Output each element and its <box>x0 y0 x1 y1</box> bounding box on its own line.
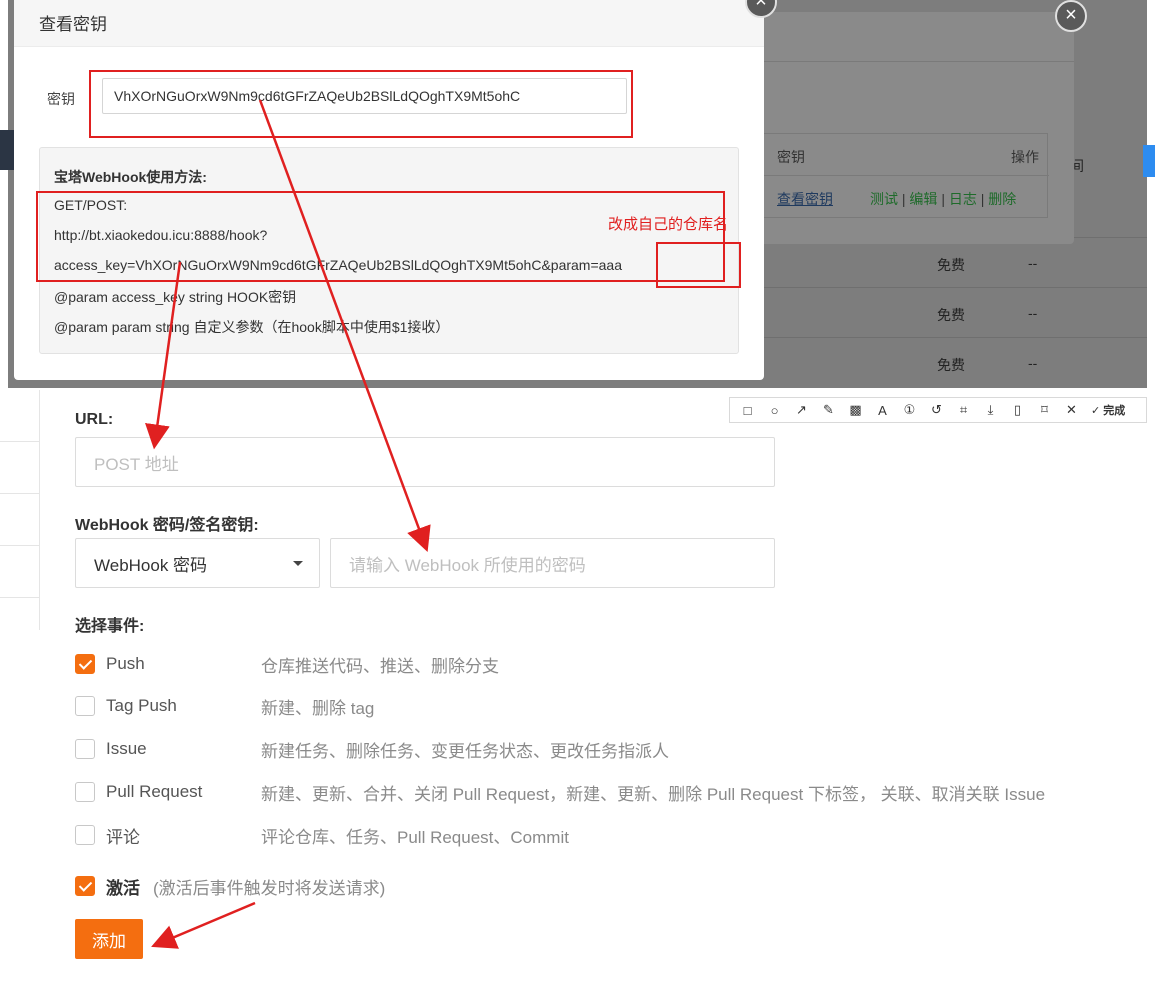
activate-note: (激活后事件触发时将发送请求) <box>153 878 386 898</box>
secret-input[interactable]: 请输入 WebHook 所使用的密码 <box>330 538 775 588</box>
crop-icon[interactable]: ⌗ <box>950 402 977 418</box>
view-key-modal: 查看密钥 密钥 VhXOrNGuOrxW9Nm9cd6tGFrZAQeUb2BS… <box>14 0 764 380</box>
background-table: 免费 -- 免费 -- 免费 -- <box>764 237 1147 387</box>
column-ops: 操作 <box>1011 149 1039 165</box>
event-row-tag-push[interactable]: Tag Push 新建、删除 tag <box>75 694 1135 718</box>
activate-checkbox[interactable] <box>75 876 95 896</box>
event-name: 评论 <box>106 827 140 847</box>
secret-type-value: WebHook 密码 <box>94 555 208 575</box>
event-name: Pull Request <box>106 782 203 801</box>
event-name: Issue <box>106 739 147 758</box>
bookmark-icon[interactable]: ⌑ <box>1031 402 1058 418</box>
help-line: http://bt.xiaokedou.icu:8888/hook? <box>54 227 268 243</box>
event-desc: 仓库推送代码、推送、删除分支 <box>261 656 499 676</box>
pen-icon[interactable]: ✎ <box>815 402 842 418</box>
secret-type-select[interactable]: WebHook 密码 <box>75 538 320 588</box>
background-nav-fragment <box>0 130 14 170</box>
chevron-down-icon <box>293 561 303 566</box>
modal-title: 查看密钥 <box>14 0 764 47</box>
download-icon[interactable]: ⤓ <box>977 402 1004 418</box>
event-desc: 新建、更新、合并、关闭 Pull Request，新建、更新、删除 Pull R… <box>261 784 1046 804</box>
table-header: 密钥 操作 <box>763 134 1049 176</box>
number-icon[interactable]: ① <box>896 402 923 418</box>
annotation-toolbar: □ ○ ↗ ✎ ▩ A ① ↺ ⌗ ⤓ ▯ ⌑ ✕ ✓ 完成 <box>729 397 1147 423</box>
table-row: 免费 -- <box>764 287 1147 337</box>
webhook-table: 密钥 操作 查看密钥 测试 | 编辑 | 日志 | 删除 <box>762 133 1049 218</box>
arrow-icon[interactable]: ↗ <box>788 402 815 418</box>
comment-checkbox[interactable] <box>75 825 95 845</box>
event-name: Tag Push <box>106 696 177 715</box>
sidebar-row[interactable] <box>0 442 39 494</box>
value-cell: -- <box>1028 355 1038 371</box>
usage-help-box: 宝塔WebHook使用方法: GET/POST: http://bt.xiaok… <box>39 147 739 354</box>
sidebar-row[interactable] <box>0 494 39 546</box>
table-row: 免费 -- <box>764 337 1147 387</box>
url-placeholder: POST 地址 <box>94 454 179 474</box>
price-cell: 免费 <box>937 307 965 323</box>
secret-label: WebHook 密码/签名密钥: <box>75 517 259 534</box>
delete-link[interactable]: 删除 <box>988 191 1016 207</box>
close-icon[interactable]: × <box>1055 0 1087 32</box>
background-button-fragment <box>1143 145 1155 177</box>
pull-request-checkbox[interactable] <box>75 782 95 802</box>
help-line: access_key=VhXOrNGuOrxW9Nm9cd6tGFrZAQeUb… <box>54 257 623 273</box>
price-cell: 免费 <box>937 257 965 273</box>
ellipse-icon[interactable]: ○ <box>761 403 788 418</box>
issue-checkbox[interactable] <box>75 739 95 759</box>
event-row-issue[interactable]: Issue 新建任务、删除任务、变更任务状态、更改任务指派人 <box>75 737 1135 761</box>
edit-link[interactable]: 编辑 <box>909 191 937 207</box>
undo-icon[interactable]: ↺ <box>923 402 950 418</box>
help-line: @param access_key string HOOK密钥 <box>54 289 297 305</box>
event-desc: 新建、删除 tag <box>261 698 375 718</box>
left-sidebar <box>0 390 40 630</box>
help-line: @param param string 自定义参数（在hook脚本中使用$1接收… <box>54 319 450 335</box>
help-line: GET/POST: <box>54 197 128 213</box>
sidebar-row[interactable] <box>0 546 39 598</box>
url-input[interactable]: POST 地址 <box>75 437 775 487</box>
key-field[interactable]: VhXOrNGuOrxW9Nm9cd6tGFrZAQeUb2BSlLdQOghT… <box>102 78 627 114</box>
row-actions: 测试 | 编辑 | 日志 | 删除 <box>870 191 1017 207</box>
text-icon[interactable]: A <box>869 403 896 418</box>
webhook-list-modal: 密钥 操作 查看密钥 测试 | 编辑 | 日志 | 删除 <box>760 12 1074 244</box>
event-name: Push <box>106 654 145 673</box>
event-desc: 评论仓库、任务、Pull Request、Commit <box>261 827 569 847</box>
event-row-pull-request[interactable]: Pull Request 新建、更新、合并、关闭 Pull Request，新建… <box>75 780 1135 804</box>
mosaic-icon[interactable]: ▩ <box>842 402 869 418</box>
add-button[interactable]: 添加 <box>75 919 143 959</box>
value-cell: -- <box>1028 305 1038 321</box>
modal-header <box>760 12 1074 62</box>
url-label: URL: <box>75 411 114 428</box>
activate-row[interactable]: 激活 (激活后事件触发时将发送请求) <box>75 874 1135 898</box>
value-cell: -- <box>1028 255 1038 271</box>
event-row-comment[interactable]: 评论 评论仓库、任务、Pull Request、Commit <box>75 823 1135 847</box>
column-key: 密钥 <box>777 149 805 165</box>
sidebar-row[interactable] <box>0 390 39 442</box>
rectangle-icon[interactable]: □ <box>734 403 761 418</box>
pin-icon[interactable]: ▯ <box>1004 402 1031 418</box>
cancel-icon[interactable]: ✕ <box>1058 402 1085 418</box>
annotation-note: 改成自己的仓库名 <box>608 216 729 233</box>
activate-label: 激活 <box>106 878 140 898</box>
push-checkbox[interactable] <box>75 654 95 674</box>
table-row: 查看密钥 测试 | 编辑 | 日志 | 删除 <box>763 176 1049 218</box>
backdrop-edge <box>0 0 8 388</box>
event-row-push[interactable]: Push 仓库推送代码、推送、删除分支 <box>75 652 1135 676</box>
log-link[interactable]: 日志 <box>949 191 977 207</box>
done-button[interactable]: ✓ 完成 <box>1091 402 1125 418</box>
price-cell: 免费 <box>937 357 965 373</box>
view-key-link[interactable]: 查看密钥 <box>777 189 833 209</box>
events-label: 选择事件: <box>75 618 145 635</box>
help-title: 宝塔WebHook使用方法: <box>54 169 207 185</box>
done-label: 完成 <box>1103 405 1126 417</box>
event-desc: 新建任务、删除任务、变更任务状态、更改任务指派人 <box>261 741 669 761</box>
key-label: 密钥 <box>47 91 75 107</box>
secret-placeholder: 请输入 WebHook 所使用的密码 <box>349 555 586 575</box>
test-link[interactable]: 测试 <box>870 191 898 207</box>
table-row: 免费 -- <box>764 237 1147 287</box>
tag-push-checkbox[interactable] <box>75 696 95 716</box>
